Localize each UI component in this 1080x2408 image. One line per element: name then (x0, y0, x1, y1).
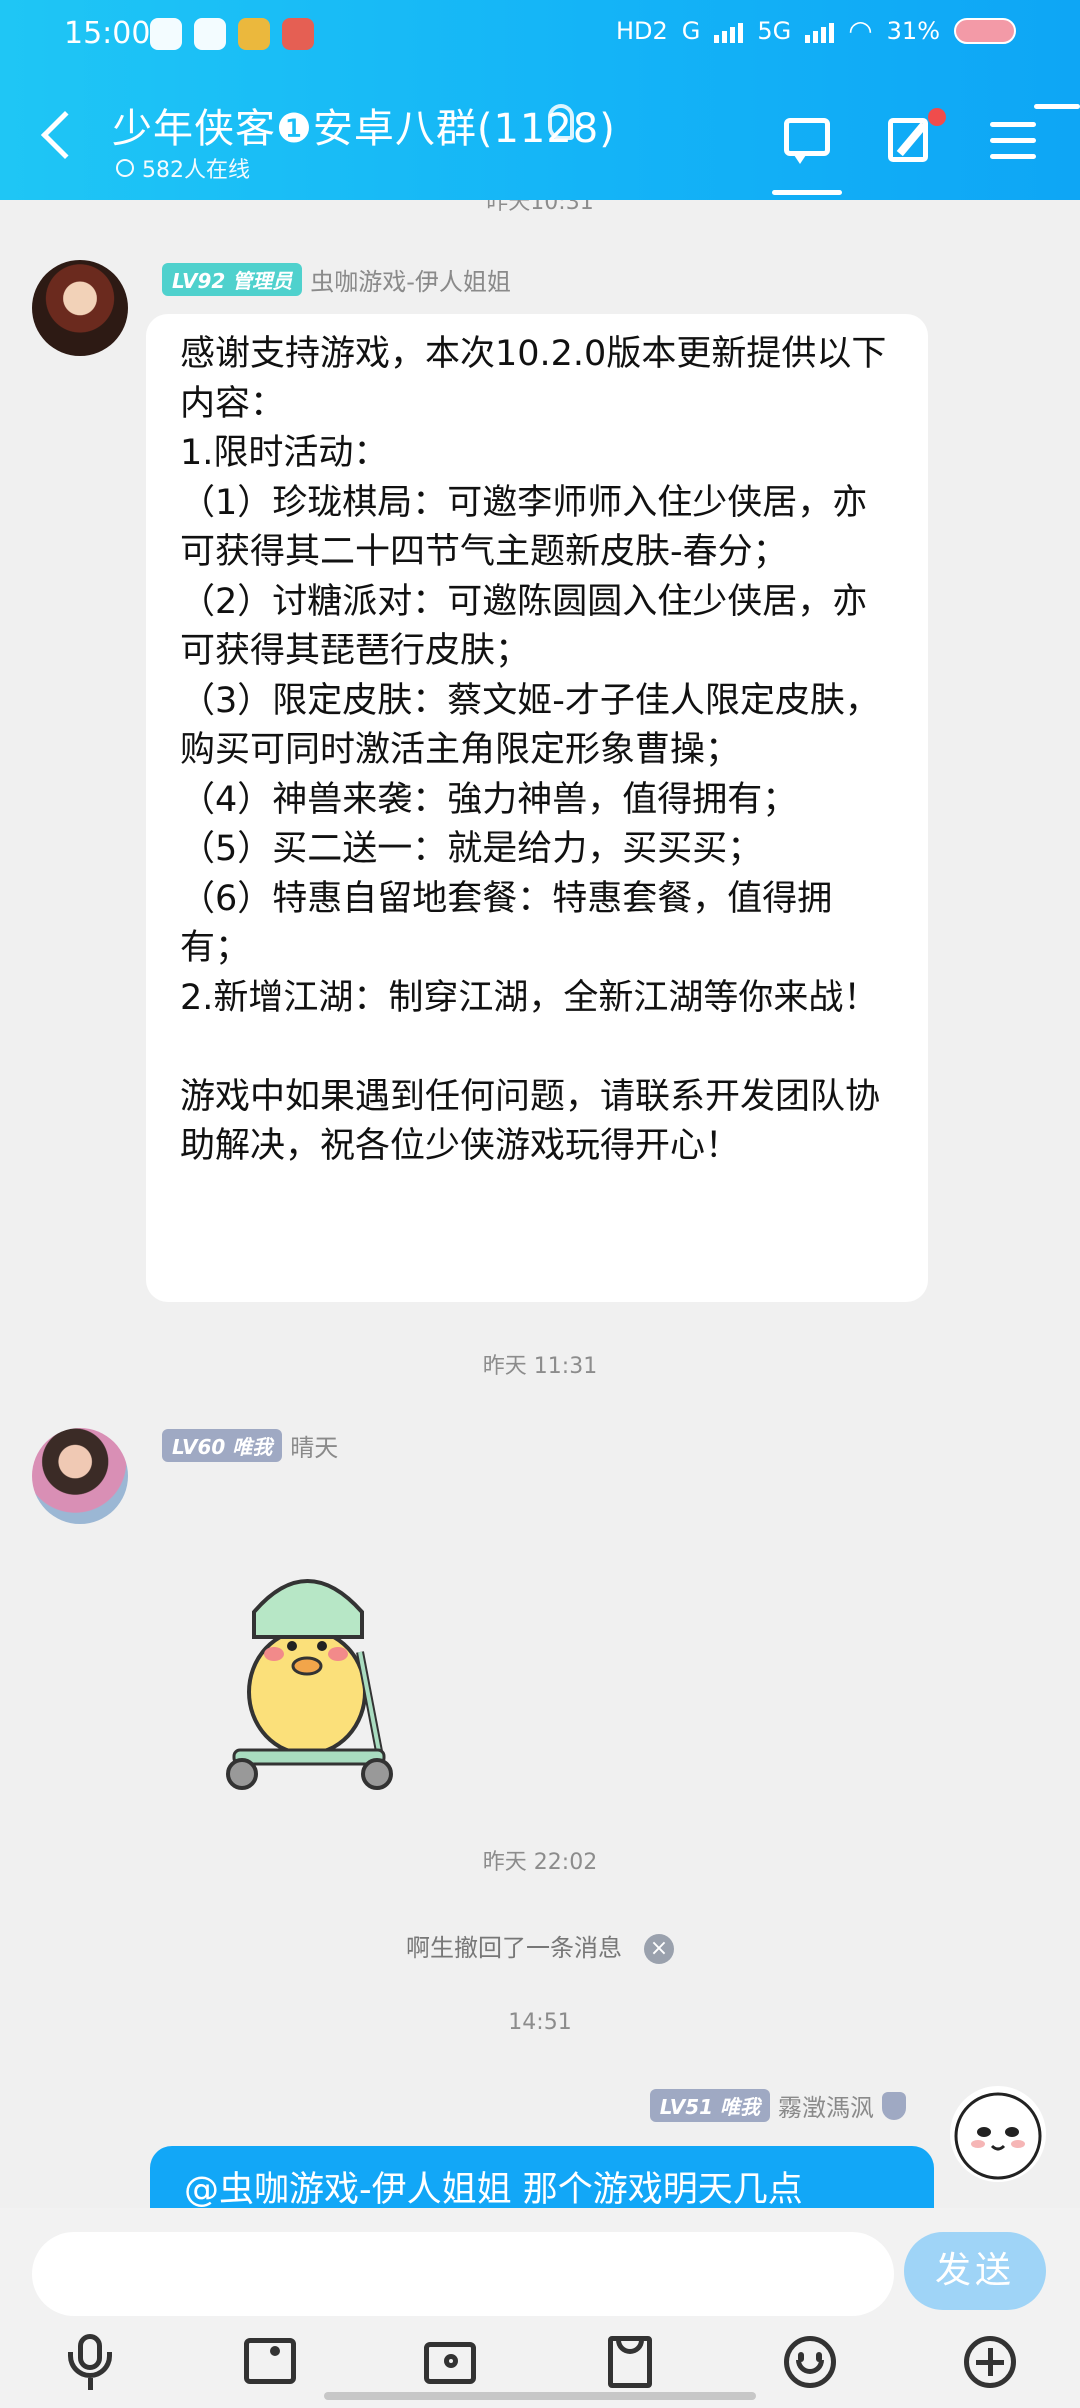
sender-line: LV92 管理员 虫咖游戏-伊人姐姐 (162, 262, 511, 297)
sender-line: LV60 唯我 晴天 (162, 1428, 338, 1463)
signal-label-5g: 5G (757, 16, 792, 45)
chat-header: 15:00 HD2 G 5G ◠ 31% 少年侠客❶安卓八群(1128) 582… (0, 0, 1080, 200)
close-icon[interactable]: × (644, 1934, 674, 1964)
camera-icon[interactable] (420, 2332, 480, 2392)
signal-5g-icon (805, 19, 835, 43)
online-icon (116, 159, 134, 177)
level-badge: LV51 唯我 (649, 2089, 770, 2122)
chat-title: 少年侠客❶安卓八群(1128) (112, 106, 616, 152)
avatar[interactable] (950, 2086, 1046, 2182)
chat-icon[interactable] (780, 112, 836, 168)
message-bubble[interactable]: 感谢支持游戏，本次10.2.0版本更新提供以下内容： 1.限时活动： （1）珍珑… (146, 314, 928, 1302)
edit-icon[interactable] (884, 108, 946, 168)
red-packet-icon[interactable] (600, 2332, 660, 2392)
avatar[interactable] (32, 1428, 128, 1524)
menu-icon[interactable] (986, 104, 1080, 168)
mushroom-icon (282, 18, 314, 50)
sender-name[interactable]: 虫咖游戏-伊人姐姐 (310, 262, 511, 297)
notification-dot (1034, 104, 1080, 109)
image-icon[interactable] (240, 2332, 300, 2392)
sender-name[interactable]: 晴天 (290, 1428, 338, 1463)
notification-dot (928, 108, 946, 126)
message-bubble[interactable]: @虫咖游戏-伊人姐姐 那个游戏明天几点 (150, 2146, 934, 2208)
shield-icon (882, 2091, 906, 2120)
game-icon (238, 18, 270, 50)
emoji-icon[interactable] (780, 2332, 840, 2392)
battery-percent: 31% (886, 16, 940, 45)
status-indicators: HD2 G 5G ◠ 31% (616, 14, 1016, 47)
timestamp: 昨天10:31 (486, 200, 594, 215)
signal-label-g: G (681, 16, 701, 45)
sender-line: LV51 唯我 霧澂溤沨 (649, 2088, 906, 2123)
avatar[interactable] (32, 260, 128, 356)
online-text: 582人在线 (142, 158, 250, 183)
status-bar: 15:00 HD2 G 5G ◠ 31% (0, 0, 1080, 70)
sender-name[interactable]: 霧澂溤沨 (778, 2088, 874, 2123)
hd-indicator: HD2 (615, 16, 668, 45)
microphone-icon[interactable] (60, 2332, 120, 2392)
status-time: 15:00 (64, 16, 151, 51)
chat-messages[interactable]: 昨天10:31 LV92 管理员 虫咖游戏-伊人姐姐 感谢支持游戏，本次10.2… (0, 200, 1080, 2208)
back-icon[interactable] (40, 110, 90, 160)
recall-text: 啊生撤回了一条消息 (406, 1934, 622, 1962)
level-badge: LV60 唯我 (162, 1429, 283, 1462)
online-count: 582人在线 (116, 152, 250, 184)
message-input[interactable] (32, 2232, 894, 2316)
input-bar: 发送 (0, 2208, 1080, 2408)
battery-icon (954, 17, 1016, 44)
ear-icon[interactable] (548, 104, 574, 140)
level-badge: LV92 管理员 (162, 263, 303, 296)
app-icon (194, 18, 226, 50)
wechat-icon (150, 18, 182, 50)
signal-icon (714, 19, 744, 43)
plus-icon[interactable] (960, 2332, 1020, 2392)
send-button[interactable]: 发送 (904, 2232, 1046, 2310)
wifi-icon: ◠ (848, 14, 873, 47)
active-tab-indicator (772, 190, 842, 195)
timestamp: 14:51 (508, 2010, 572, 2035)
timestamp: 昨天 22:02 (482, 1850, 598, 1875)
duck-scooter-sticker[interactable] (212, 1542, 402, 1792)
status-app-icons (150, 18, 314, 50)
timestamp: 昨天 11:31 (482, 1354, 598, 1379)
home-indicator[interactable] (324, 2392, 756, 2400)
recall-notice: 啊生撤回了一条消息 × (0, 1928, 1080, 1964)
